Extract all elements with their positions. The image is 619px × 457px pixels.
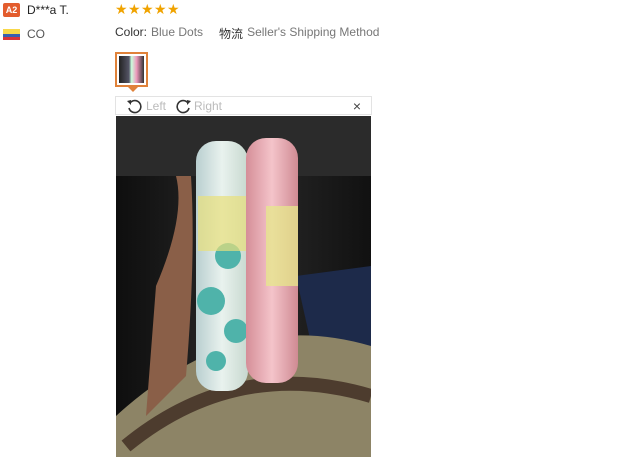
color-value: Blue Dots [151, 25, 204, 39]
star-icon: ★ [115, 1, 128, 17]
image-viewer-toolbar: Left Right × [115, 96, 372, 115]
review-photo [116, 116, 371, 457]
star-icon: ★ [154, 1, 167, 17]
country-row: CO [3, 26, 103, 42]
star-icon: ★ [167, 1, 180, 17]
reviewer-info: A2 D***a T. CO [3, 2, 103, 42]
color-label: Color: [115, 25, 148, 39]
photo-thumbnail[interactable] [115, 52, 148, 87]
close-viewer-button[interactable]: × [353, 98, 361, 114]
thumbnail-image [119, 56, 144, 83]
star-icon: ★ [141, 1, 154, 17]
reviewer-name: D***a T. [27, 3, 69, 17]
review-meta: Color: Blue Dots 物流 Seller's Shipping Me… [115, 25, 615, 42]
level-badge: A2 [3, 3, 20, 17]
review-body: ★ ★ ★ ★ ★ Color: Blue Dots 物流 Seller's S… [115, 2, 615, 42]
reviewer-country: CO [27, 27, 45, 41]
rotate-right-icon [176, 99, 191, 114]
reviewer-row: A2 D***a T. [3, 2, 103, 18]
review-photo-image [116, 116, 371, 457]
shipping-value: Seller's Shipping Method [247, 25, 380, 39]
star-rating: ★ ★ ★ ★ ★ [115, 2, 615, 16]
rotate-right-button[interactable]: Right [174, 97, 222, 115]
thumbnail-pointer [128, 87, 138, 92]
rotate-left-label: Left [146, 99, 167, 113]
rotate-left-icon [127, 99, 142, 114]
shipping-label: 物流 [219, 27, 244, 41]
rotate-right-label: Right [194, 99, 223, 113]
star-icon: ★ [128, 1, 141, 17]
rotate-left-button[interactable]: Left [126, 97, 166, 115]
colombia-flag-icon [3, 28, 20, 40]
